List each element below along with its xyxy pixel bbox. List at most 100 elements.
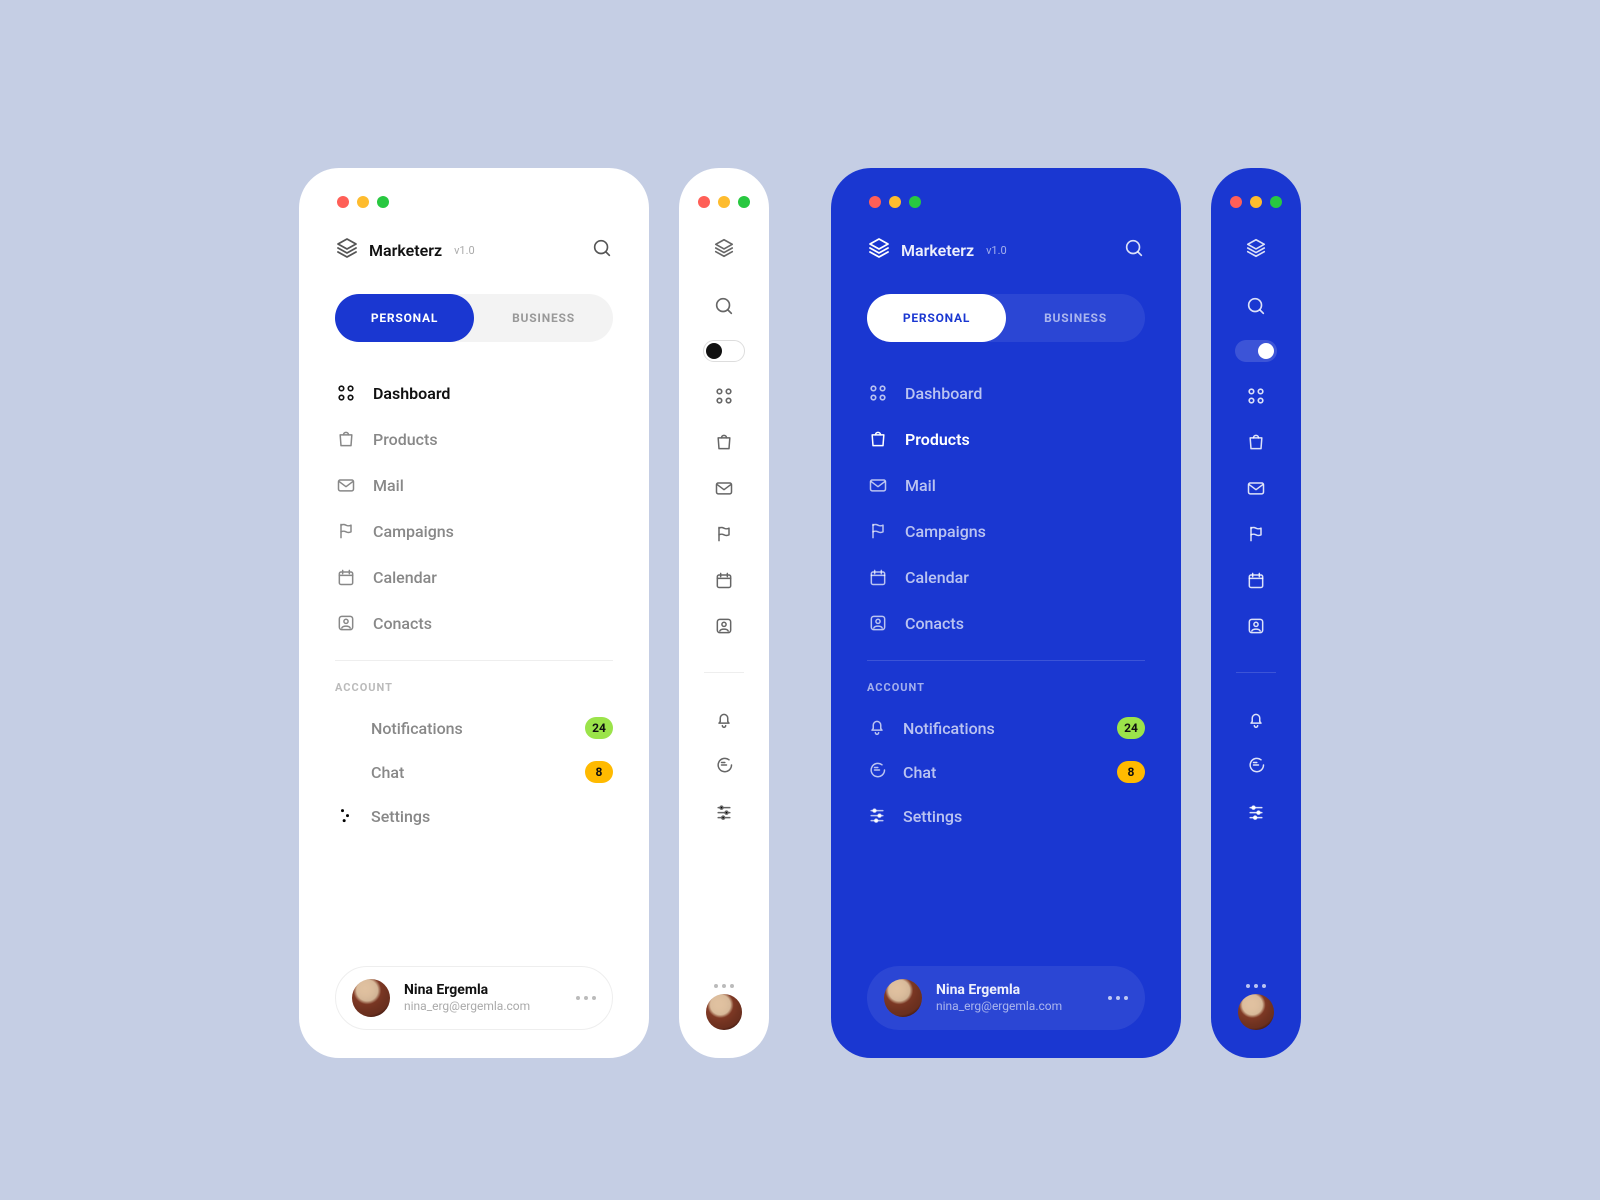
search-icon[interactable] (1123, 237, 1145, 263)
nav-item-dashboard[interactable]: Dashboard (867, 370, 1145, 416)
nav-label: Chat (371, 763, 404, 782)
minimize-window-icon[interactable] (718, 196, 730, 208)
flag-icon (867, 521, 889, 541)
close-window-icon[interactable] (869, 196, 881, 208)
minimize-window-icon[interactable] (889, 196, 901, 208)
close-window-icon[interactable] (1230, 196, 1242, 208)
maximize-window-icon[interactable] (909, 196, 921, 208)
nav-icon-chat[interactable] (1244, 753, 1268, 777)
nav-item-campaigns[interactable]: Campaigns (867, 508, 1145, 554)
scope-tabs: PERSONAL BUSINESS (335, 294, 613, 342)
nav-item-mail[interactable]: Mail (335, 462, 613, 508)
nav-icon-notifications[interactable] (1244, 707, 1268, 731)
close-window-icon[interactable] (337, 196, 349, 208)
sidebar-light-expanded: Marketerz v1.0 PERSONAL BUSINESS Dashboa… (299, 168, 649, 1058)
nav-item-notifications[interactable]: Notifications 24 (335, 706, 613, 750)
nav-label: Mail (373, 476, 404, 495)
nav-item-products[interactable]: Products (335, 416, 613, 462)
search-icon[interactable] (712, 294, 736, 318)
window-controls (337, 196, 613, 208)
nav-icon-chat[interactable] (712, 753, 736, 777)
avatar (352, 979, 390, 1017)
nav-label: Conacts (905, 614, 964, 633)
tab-business[interactable]: BUSINESS (474, 294, 613, 342)
primary-nav: Dashboard Products Mail Campaigns Calend… (335, 370, 613, 646)
maximize-window-icon[interactable] (1270, 196, 1282, 208)
nav-icon-products[interactable] (712, 430, 736, 454)
nav-item-chat[interactable]: Chat 8 (867, 750, 1145, 794)
nav-label: Dashboard (905, 384, 982, 403)
nav-item-calendar[interactable]: Calendar (335, 554, 613, 600)
tab-business[interactable]: BUSINESS (1006, 294, 1145, 342)
nav-item-contacts[interactable]: Conacts (335, 600, 613, 646)
maximize-window-icon[interactable] (738, 196, 750, 208)
minimize-window-icon[interactable] (357, 196, 369, 208)
close-window-icon[interactable] (698, 196, 710, 208)
nav-label: Products (905, 430, 970, 449)
badge-notifications: 24 (585, 717, 613, 739)
search-icon[interactable] (1244, 294, 1268, 318)
nav-icon-products[interactable] (1244, 430, 1268, 454)
nav-item-settings[interactable]: Settings (867, 794, 1145, 838)
nav-icon-calendar[interactable] (712, 568, 736, 592)
tab-personal[interactable]: PERSONAL (867, 294, 1006, 342)
nav-icon-dashboard[interactable] (712, 384, 736, 408)
theme-toggle[interactable] (1235, 340, 1277, 362)
nav-item-mail[interactable]: Mail (867, 462, 1145, 508)
user-email: nina_erg@ergemla.com (936, 999, 1062, 1013)
sliders-icon (335, 804, 355, 828)
nav-label: Calendar (905, 568, 969, 587)
nav-item-calendar[interactable]: Calendar (867, 554, 1145, 600)
nav-icon-mail[interactable] (712, 476, 736, 500)
nav-icon-dashboard[interactable] (1244, 384, 1268, 408)
nav-item-dashboard[interactable]: Dashboard (335, 370, 613, 416)
more-icon[interactable] (1246, 984, 1266, 988)
nav-icon-contacts[interactable] (712, 614, 736, 638)
mail-icon (335, 475, 357, 495)
nav-item-products[interactable]: Products (867, 416, 1145, 462)
nav-icon-settings[interactable] (712, 799, 736, 823)
avatar[interactable] (706, 994, 742, 1030)
user-card[interactable]: Nina Ergemla nina_erg@ergemla.com (867, 966, 1145, 1030)
logo-layers-icon (1244, 236, 1268, 260)
nav-item-settings[interactable]: Settings (335, 794, 613, 838)
chat-icon (867, 760, 887, 784)
search-icon[interactable] (591, 237, 613, 263)
brand-row: Marketerz v1.0 (335, 236, 613, 264)
logo-layers-icon (335, 236, 359, 264)
account-nav: Notifications 24 Chat 8 Settings (867, 706, 1145, 838)
tab-personal[interactable]: PERSONAL (335, 294, 474, 342)
user-card[interactable]: Nina Ergemla nina_erg@ergemla.com (335, 966, 613, 1030)
nav-label: Notifications (371, 719, 463, 738)
nav-icon-settings[interactable] (1244, 799, 1268, 823)
user-name: Nina Ergemla (404, 982, 530, 999)
nav-icon-calendar[interactable] (1244, 568, 1268, 592)
flag-icon (335, 521, 357, 541)
avatar[interactable] (1238, 994, 1274, 1030)
nav-item-contacts[interactable]: Conacts (867, 600, 1145, 646)
nav-item-chat[interactable]: Chat 8 (335, 750, 613, 794)
nav-icon-campaigns[interactable] (1244, 522, 1268, 546)
chat-icon (335, 760, 355, 784)
nav-label: Chat (903, 763, 936, 782)
divider (704, 672, 744, 673)
maximize-window-icon[interactable] (377, 196, 389, 208)
badge-chat: 8 (1117, 761, 1145, 783)
nav-icon-contacts[interactable] (1244, 614, 1268, 638)
minimize-window-icon[interactable] (1250, 196, 1262, 208)
nav-icon-notifications[interactable] (712, 707, 736, 731)
more-icon[interactable] (714, 984, 734, 988)
nav-icon-mail[interactable] (1244, 476, 1268, 500)
divider (867, 660, 1145, 661)
more-icon[interactable] (1108, 996, 1128, 1000)
nav-item-campaigns[interactable]: Campaigns (335, 508, 613, 554)
brand-version: v1.0 (454, 244, 475, 257)
theme-toggle[interactable] (703, 340, 745, 362)
divider (1236, 672, 1276, 673)
logo-layers-icon (712, 236, 736, 260)
grid-icon (867, 383, 889, 403)
nav-label: Conacts (373, 614, 432, 633)
more-icon[interactable] (576, 996, 596, 1000)
nav-item-notifications[interactable]: Notifications 24 (867, 706, 1145, 750)
nav-icon-campaigns[interactable] (712, 522, 736, 546)
